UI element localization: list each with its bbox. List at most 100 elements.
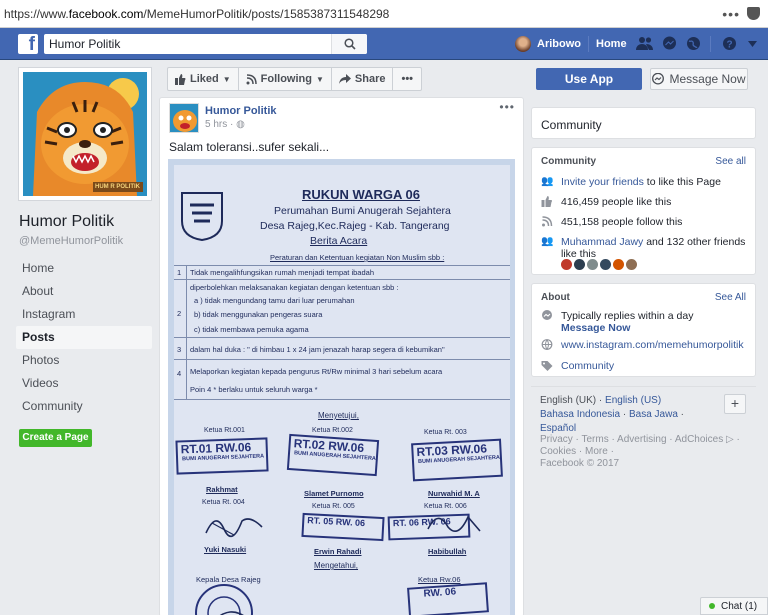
friends-like-row: 👥 Muhammad Jawy and 132 other friends li… — [541, 236, 746, 260]
friend-name-link[interactable]: Muhammad Jawy — [561, 236, 643, 248]
search-box[interactable] — [44, 34, 367, 54]
adchoices-icon[interactable]: ▷ — [726, 434, 734, 445]
post-author-name[interactable]: Humor Politik — [205, 105, 277, 117]
globe-icon — [541, 339, 553, 350]
language-option[interactable]: Basa Jawa — [629, 409, 678, 420]
ketua-label: Ketua Rt.002 — [312, 427, 353, 434]
invite-row: 👥 Invite your friends to like this Page — [541, 176, 721, 188]
search-input[interactable] — [44, 34, 334, 54]
help-icon[interactable]: ? — [722, 36, 737, 51]
language-option[interactable]: Bahasa Indonesia — [540, 409, 620, 420]
rule-text: Melaporkan kegiatan kepada pengurus Rt/R… — [190, 367, 443, 376]
ketua-rw-label: Ketua Rw.06 — [418, 575, 461, 584]
url-text[interactable]: https://www.facebook.com/MemeHumorPoliti… — [4, 7, 389, 21]
avatar[interactable] — [561, 259, 572, 270]
table-line — [174, 279, 510, 280]
facebook-logo-icon[interactable]: f — [18, 34, 38, 55]
globe-notifications-icon[interactable] — [686, 36, 701, 51]
divider — [531, 386, 756, 387]
nav-item-videos[interactable]: Videos — [16, 372, 152, 395]
about-title: About — [541, 292, 570, 303]
footer-links-line2[interactable]: Cookies · More · — [540, 446, 750, 458]
post-photo[interactable]: RUKUN WARGA 06 Perumahan Bumi Anugerah S… — [168, 159, 515, 615]
ketua-label: Ketua Rt. 003 — [424, 429, 467, 436]
nav-item-posts[interactable]: Posts — [16, 326, 152, 349]
rule-number: 1 — [177, 268, 182, 277]
chevron-down-icon[interactable] — [748, 41, 757, 47]
friend-avatars — [561, 259, 637, 270]
doc-line1: Perumahan Bumi Anugerah Sejahtera — [274, 205, 451, 217]
user-name[interactable]: Aribowo — [537, 38, 581, 50]
doc-line2: Desa Rajeg,Kec.Rajeg - Kab. Tangerang — [260, 220, 450, 232]
invite-friends-link[interactable]: Invite your friends — [561, 176, 644, 188]
chevron-down-icon: ▼ — [222, 74, 231, 84]
home-link[interactable]: Home — [596, 38, 627, 50]
nav-item-instagram[interactable]: Instagram — [16, 303, 152, 326]
language-option[interactable]: English (US) — [605, 395, 661, 406]
add-language-button[interactable]: + — [724, 394, 746, 414]
nav-item-home[interactable]: Home — [16, 257, 152, 280]
post-card: Humor Politik 5 hrs · ◍ ••• Salam tolera… — [159, 97, 524, 615]
online-status-icon — [709, 603, 715, 609]
avatar[interactable] — [515, 36, 531, 52]
search-button[interactable] — [331, 34, 367, 54]
about-message-now-link[interactable]: Message Now — [561, 322, 630, 334]
browser-menu-icon[interactable]: ••• — [722, 6, 740, 22]
invite-friends-icon: 👥 — [541, 176, 554, 187]
chat-tab[interactable]: Chat (1) — [700, 597, 768, 615]
share-button[interactable]: Share — [330, 67, 394, 91]
more-options-button[interactable]: ••• — [392, 67, 423, 91]
facebook-top-bar: f Aribowo Home ? — [0, 28, 768, 60]
language-option[interactable]: Español — [540, 423, 576, 434]
signer-name: Erwin Rahadi — [314, 547, 362, 556]
page-profile-picture[interactable]: HUM R POLITIK — [18, 67, 152, 201]
rule-text: c) tidak membawa pemuka agama — [194, 325, 309, 334]
stamp-label: RT. 05 RW. 06 — [307, 515, 366, 529]
logo-letter: f — [28, 34, 35, 55]
avatar[interactable] — [613, 259, 624, 270]
page-title[interactable]: Humor Politik — [19, 213, 114, 231]
post-author-avatar[interactable] — [169, 103, 199, 133]
divider — [710, 36, 711, 52]
community-see-all-link[interactable]: See all — [715, 156, 746, 167]
messenger-icon[interactable] — [662, 36, 677, 51]
rss-icon — [542, 216, 553, 227]
community-header-card[interactable]: Community — [531, 107, 756, 139]
category-link[interactable]: Community — [561, 360, 614, 372]
website-link[interactable]: www.instagram.com/memehumorpolitik — [561, 339, 744, 351]
avatar[interactable] — [600, 259, 611, 270]
post-timestamp[interactable]: 5 hrs · ◍ — [205, 119, 245, 130]
footer-links-line1[interactable]: Privacy · Terms · Advertising · AdChoice… — [540, 434, 723, 445]
pocket-icon[interactable] — [747, 7, 760, 20]
rt-stamp: RT. 05 RW. 06 — [301, 512, 385, 542]
friend-requests-icon[interactable] — [636, 36, 654, 51]
signer-name: Habibullah — [428, 547, 467, 556]
about-see-all-link[interactable]: See All — [715, 292, 746, 303]
nav-item-about[interactable]: About — [16, 280, 152, 303]
signer-name: Yuki Nasuki — [204, 545, 247, 554]
use-app-button[interactable]: Use App — [536, 68, 642, 90]
share-arrow-icon — [338, 74, 351, 84]
post-options-icon[interactable]: ••• — [499, 100, 515, 114]
avatar[interactable] — [626, 259, 637, 270]
community-header: Community — [541, 118, 602, 132]
liked-button[interactable]: Liked ▼ — [167, 67, 239, 91]
message-now-button[interactable]: Message Now — [650, 68, 748, 90]
create-page-button[interactable]: Create a Page — [19, 429, 92, 447]
browser-url-bar[interactable]: https://www.facebook.com/MemeHumorPoliti… — [0, 0, 768, 28]
nav-item-photos[interactable]: Photos — [16, 349, 152, 372]
svg-text:?: ? — [726, 39, 732, 50]
avatar[interactable] — [574, 259, 585, 270]
stamp-label: RW. 06 — [423, 586, 457, 600]
page-handle[interactable]: @MemeHumorPolitik — [19, 235, 123, 247]
globe-icon: ◍ — [236, 119, 245, 130]
menyetujui-label: Menyetujui, — [318, 411, 359, 420]
user-area: Aribowo Home — [515, 36, 627, 52]
following-button[interactable]: Following ▼ — [237, 67, 332, 91]
ketua-label: Ketua Rt. 005 — [312, 503, 355, 510]
messenger-icon — [652, 73, 665, 85]
chat-label: Chat (1) — [721, 600, 758, 612]
doc-subtitle: Peraturan dan Ketentuan kegiatan Non Mus… — [270, 253, 445, 262]
avatar[interactable] — [587, 259, 598, 270]
nav-item-community[interactable]: Community — [16, 395, 152, 418]
